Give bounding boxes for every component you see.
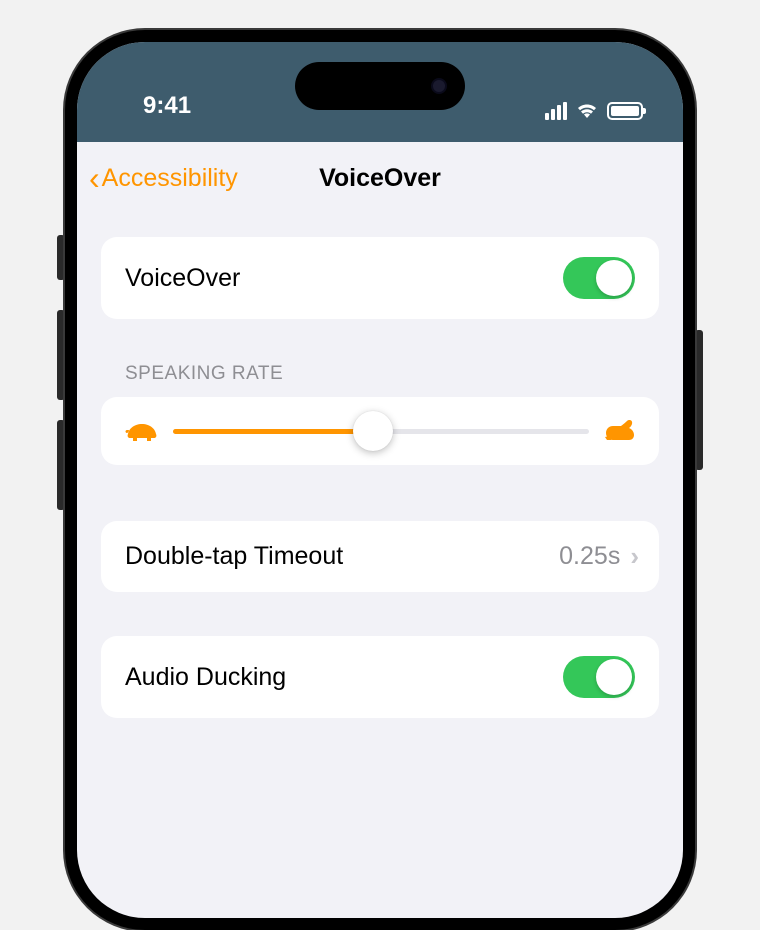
audio-ducking-label: Audio Ducking: [125, 663, 286, 692]
voiceover-toggle-row: VoiceOver: [101, 237, 659, 319]
battery-icon: [607, 102, 643, 120]
audio-ducking-toggle[interactable]: [563, 656, 635, 698]
speaking-rate-row: [101, 397, 659, 465]
phone-side-button-silent: [57, 235, 65, 280]
toggle-knob: [596, 659, 632, 695]
status-icons: [545, 102, 643, 120]
rabbit-icon: [603, 419, 635, 443]
phone-side-button-volume-down: [57, 420, 65, 510]
content-area: VoiceOver SPEAKING RATE: [77, 217, 683, 738]
speaking-rate-header: SPEAKING RATE: [125, 363, 659, 385]
page-title: VoiceOver: [319, 164, 441, 193]
audio-ducking-row: Audio Ducking: [101, 636, 659, 718]
navigation-bar: ‹ Accessibility VoiceOver: [77, 142, 683, 217]
phone-side-button-power: [695, 330, 703, 470]
slider-fill: [173, 429, 373, 434]
wifi-icon: [575, 102, 599, 120]
slider-thumb[interactable]: [353, 411, 393, 451]
dynamic-island: [295, 62, 465, 110]
cellular-signal-icon: [545, 102, 567, 120]
back-button[interactable]: ‹ Accessibility: [89, 160, 238, 197]
phone-frame: 9:41 ‹ Accessibility: [65, 30, 695, 930]
speaking-rate-slider[interactable]: [173, 429, 589, 434]
double-tap-label: Double-tap Timeout: [125, 542, 343, 571]
status-bar: 9:41: [77, 42, 683, 142]
chevron-right-icon: ›: [630, 541, 639, 572]
phone-side-button-volume-up: [57, 310, 65, 400]
double-tap-timeout-row[interactable]: Double-tap Timeout 0.25s ›: [101, 521, 659, 592]
voiceover-toggle[interactable]: [563, 257, 635, 299]
chevron-left-icon: ‹: [89, 160, 100, 197]
double-tap-value: 0.25s: [559, 542, 620, 571]
front-camera: [431, 78, 447, 94]
back-label: Accessibility: [102, 164, 238, 193]
phone-screen: 9:41 ‹ Accessibility: [77, 42, 683, 918]
tortoise-icon: [125, 420, 159, 442]
voiceover-label: VoiceOver: [125, 264, 240, 293]
toggle-knob: [596, 260, 632, 296]
status-time: 9:41: [143, 92, 191, 120]
